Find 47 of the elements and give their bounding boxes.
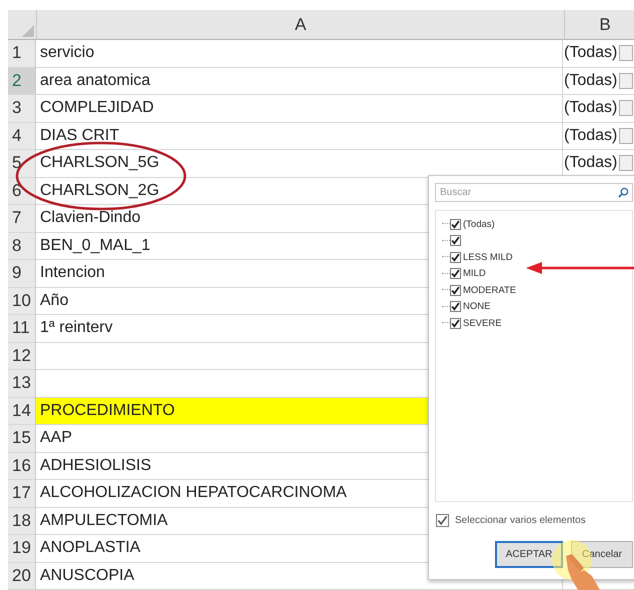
- checkbox[interactable]: [450, 301, 461, 312]
- row-header[interactable]: 9: [8, 260, 36, 288]
- row-header[interactable]: 1: [8, 40, 36, 68]
- table-cell: area anatomica: [36, 68, 563, 95]
- checkbox[interactable]: [450, 318, 461, 329]
- row-header[interactable]: 7: [8, 205, 36, 232]
- row-header[interactable]: 10: [8, 288, 36, 315]
- filter-value: (Todas): [564, 126, 618, 145]
- table-cell: servicio: [36, 40, 563, 68]
- row-header[interactable]: 3: [8, 95, 36, 122]
- row-header[interactable]: 19: [8, 535, 36, 562]
- row-header[interactable]: 12: [8, 342, 36, 370]
- row-header[interactable]: 13: [8, 370, 36, 398]
- search-field[interactable]: Buscar: [435, 183, 633, 202]
- cancel-button[interactable]: Cancelar: [571, 541, 633, 568]
- row-header[interactable]: 16: [8, 452, 36, 480]
- search-icon: [618, 187, 629, 198]
- ok-button[interactable]: ACEPTAR: [495, 541, 563, 568]
- checkbox[interactable]: [450, 268, 461, 280]
- filter-value: (Todas): [564, 99, 618, 118]
- row-header[interactable]: 20: [8, 562, 36, 590]
- row-header[interactable]: 2: [8, 68, 36, 95]
- filter-value: (Todas): [564, 72, 618, 90]
- row-header[interactable]: 4: [8, 122, 36, 150]
- item-label[interactable]: NONE: [463, 301, 490, 312]
- row-header[interactable]: 18: [8, 508, 36, 535]
- checkbox[interactable]: [450, 252, 461, 263]
- checkbox[interactable]: [450, 218, 461, 230]
- filter-value: (Todas): [564, 44, 618, 62]
- table-cell: DIAS CRIT: [36, 122, 563, 150]
- row-header[interactable]: 8: [8, 232, 36, 260]
- item-label[interactable]: LESS MILD: [463, 252, 513, 263]
- item-label[interactable]: SEVERE: [463, 318, 502, 329]
- row-header[interactable]: 14: [8, 398, 36, 425]
- item-label[interactable]: MILD: [463, 268, 486, 280]
- row-header[interactable]: 15: [8, 425, 36, 452]
- row-header[interactable]: 17: [8, 480, 36, 508]
- item-label[interactable]: (Todas): [463, 218, 495, 230]
- column-header[interactable]: B: [565, 10, 634, 40]
- table-cell: COMPLEJIDAD: [36, 95, 563, 122]
- item-label[interactable]: MODERATE: [463, 284, 516, 296]
- checkbox[interactable]: [450, 235, 461, 246]
- row-header[interactable]: 11: [8, 315, 36, 342]
- column-header[interactable]: A: [37, 10, 565, 40]
- checkbox[interactable]: [436, 514, 449, 527]
- filter-value: (Todas): [564, 154, 618, 172]
- checkbox[interactable]: [450, 284, 461, 296]
